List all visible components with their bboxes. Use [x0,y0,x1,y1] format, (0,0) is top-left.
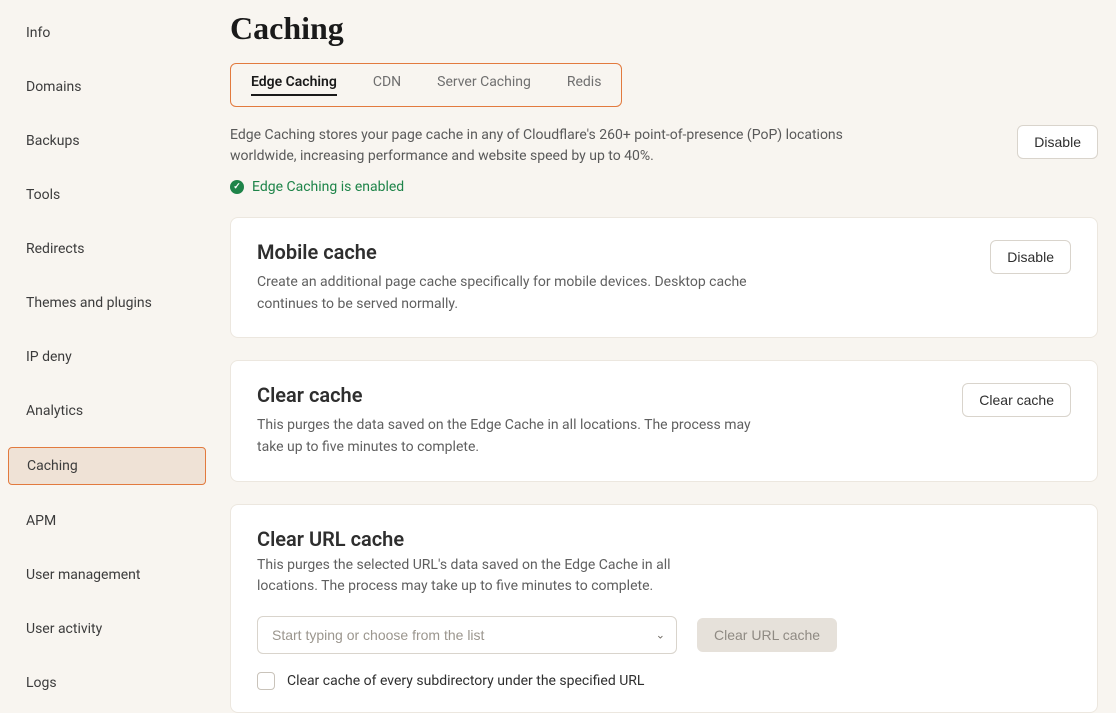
clear-url-cache-card: Clear URL cache This purges the selected… [230,504,1098,713]
tab-cdn[interactable]: CDN [373,74,401,96]
subdirectory-checkbox[interactable] [257,672,275,690]
sidebar-item-logs[interactable]: Logs [8,665,206,701]
subdirectory-checkbox-row: Clear cache of every subdirectory under … [257,672,1071,690]
intro-row: Edge Caching stores your page cache in a… [230,125,1098,167]
tab-redis[interactable]: Redis [567,74,602,96]
sidebar-item-user-activity[interactable]: User activity [8,611,206,647]
sidebar-item-themes-plugins[interactable]: Themes and plugins [8,285,206,321]
tab-server-caching[interactable]: Server Caching [437,74,531,96]
sidebar-item-user-management[interactable]: User management [8,557,206,593]
sidebar: Info Domains Backups Tools Redirects The… [0,0,214,665]
status-text: Edge Caching is enabled [252,179,404,195]
main-content: Caching Edge Caching CDN Server Caching … [214,0,1116,665]
sidebar-item-info[interactable]: Info [8,15,206,51]
clear-cache-card: Clear cache This purges the data saved o… [230,360,1098,481]
clear-url-cache-button[interactable]: Clear URL cache [697,618,837,652]
url-input-row: ⌄ Clear URL cache [257,616,1071,654]
tabs: Edge Caching CDN Server Caching Redis [230,63,622,107]
page-title: Caching [230,10,1098,47]
url-select-wrapper: ⌄ [257,616,677,654]
clear-cache-title: Clear cache [257,383,942,407]
clear-url-cache-title: Clear URL cache [257,527,1071,551]
clear-url-cache-desc: This purges the selected URL's data save… [257,555,717,598]
tab-edge-caching[interactable]: Edge Caching [251,74,337,96]
sidebar-item-redirects[interactable]: Redirects [8,231,206,267]
intro-text: Edge Caching stores your page cache in a… [230,125,850,167]
check-circle-icon: ✓ [230,180,244,194]
sidebar-item-caching[interactable]: Caching [8,447,206,485]
sidebar-item-ip-deny[interactable]: IP deny [8,339,206,375]
subdirectory-checkbox-label: Clear cache of every subdirectory under … [287,673,644,689]
mobile-cache-title: Mobile cache [257,240,970,264]
clear-cache-button[interactable]: Clear cache [962,383,1071,417]
status-row: ✓ Edge Caching is enabled [230,179,1098,195]
disable-mobile-cache-button[interactable]: Disable [990,240,1071,274]
disable-edge-caching-button[interactable]: Disable [1017,125,1098,159]
sidebar-item-analytics[interactable]: Analytics [8,393,206,429]
sidebar-item-apm[interactable]: APM [8,503,206,539]
sidebar-item-tools[interactable]: Tools [8,177,206,213]
sidebar-item-domains[interactable]: Domains [8,69,206,105]
clear-cache-desc: This purges the data saved on the Edge C… [257,415,757,458]
mobile-cache-card: Mobile cache Create an additional page c… [230,217,1098,338]
mobile-cache-desc: Create an additional page cache specific… [257,272,757,315]
url-input[interactable] [257,616,677,654]
sidebar-item-backups[interactable]: Backups [8,123,206,159]
